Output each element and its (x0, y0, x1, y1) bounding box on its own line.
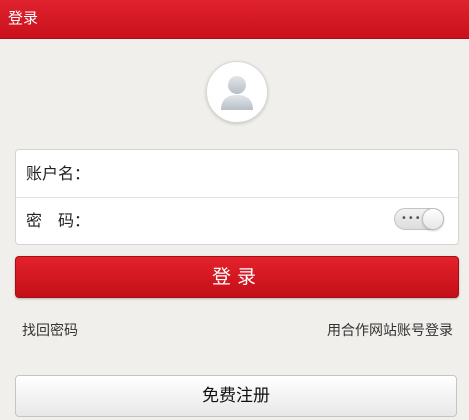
app-header: 登录 (0, 0, 469, 39)
password-input[interactable] (112, 207, 392, 233)
password-row: 密 码： ••• (16, 197, 458, 244)
login-button[interactable]: 登录 (15, 256, 459, 298)
account-input[interactable] (112, 160, 392, 186)
login-form: 账户名： 密 码： ••• (15, 149, 459, 245)
toggle-knob (422, 208, 444, 230)
register-button[interactable]: 免费注册 (15, 375, 457, 417)
password-dots-icon: ••• (401, 213, 422, 224)
password-visibility-toggle[interactable]: ••• (394, 208, 444, 230)
account-label: 账户名： (26, 164, 91, 183)
password-label: 密 码： (26, 211, 91, 230)
user-avatar-icon (221, 76, 253, 110)
page-title: 登录 (8, 9, 39, 27)
account-row: 账户名： (16, 150, 458, 198)
partner-login-link[interactable]: 用合作网站账号登录 (327, 320, 453, 340)
forgot-password-link[interactable]: 找回密码 (22, 320, 78, 340)
avatar (206, 61, 268, 123)
